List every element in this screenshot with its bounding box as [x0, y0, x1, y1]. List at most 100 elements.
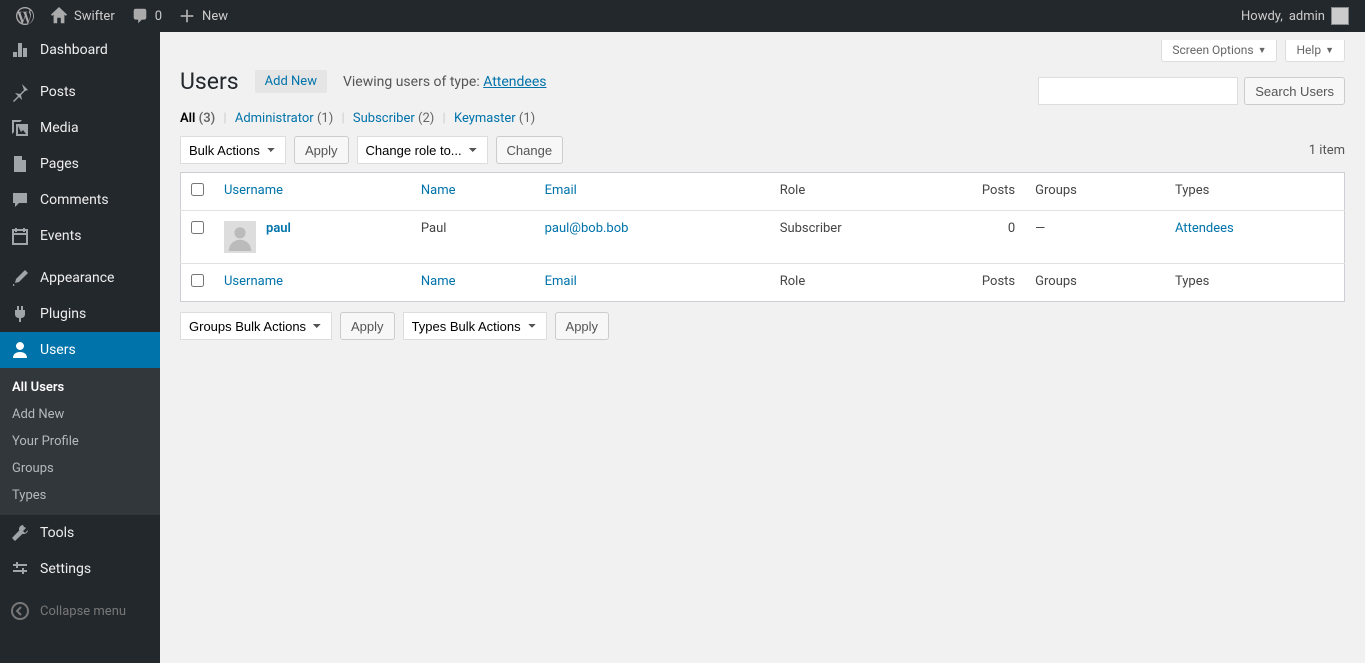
email-link[interactable]: paul@bob.bob — [545, 221, 629, 236]
new-content-menu[interactable]: New — [170, 0, 236, 32]
users-table: Username Name Email Role Posts Groups Ty… — [180, 172, 1345, 302]
dashboard-icon — [10, 40, 30, 60]
cell-role: Subscriber — [770, 211, 955, 264]
sidebar-item-dashboard[interactable]: Dashboard — [0, 32, 160, 68]
username-link[interactable]: paul — [266, 221, 291, 236]
col-username[interactable]: Username — [224, 274, 283, 289]
page-title: Users — [180, 68, 239, 95]
wordpress-icon — [16, 7, 34, 25]
sidebar-item-label: Pages — [40, 156, 79, 172]
types-link[interactable]: Attendees — [1175, 221, 1234, 236]
change-role-button[interactable]: Change — [496, 136, 564, 164]
sidebar-item-label: Media — [40, 120, 79, 136]
col-role: Role — [770, 173, 955, 211]
plus-icon — [178, 7, 196, 25]
comment-icon — [131, 7, 149, 25]
users-submenu: All Users Add New Your Profile Groups Ty… — [0, 368, 160, 515]
sidebar-item-pages[interactable]: Pages — [0, 146, 160, 182]
sidebar-item-label: Tools — [40, 525, 74, 541]
sliders-icon — [10, 559, 30, 579]
submenu-all-users[interactable]: All Users — [0, 374, 160, 401]
apply-types-button[interactable]: Apply — [555, 312, 610, 340]
col-email[interactable]: Email — [545, 183, 577, 198]
viewing-type-link[interactable]: Attendees — [483, 74, 546, 90]
chevron-down-icon: ▼ — [1325, 45, 1334, 56]
types-bulk-select[interactable]: Types Bulk Actions — [403, 312, 547, 340]
sidebar-item-label: Users — [40, 342, 76, 358]
sidebar-item-events[interactable]: Events — [0, 218, 160, 254]
apply-bulk-button[interactable]: Apply — [294, 136, 349, 164]
row-checkbox[interactable] — [191, 221, 204, 234]
site-name-label: Swifter — [74, 9, 115, 24]
select-all-checkbox[interactable] — [191, 183, 204, 196]
howdy-username: admin — [1289, 9, 1325, 24]
col-posts: Posts — [955, 173, 1025, 211]
search-users-button[interactable]: Search Users — [1244, 77, 1345, 105]
sidebar-item-label: Settings — [40, 561, 91, 577]
cell-groups: — — [1025, 211, 1165, 264]
submenu-types[interactable]: Types — [0, 482, 160, 509]
collapse-icon — [10, 601, 30, 621]
submenu-add-new[interactable]: Add New — [0, 401, 160, 428]
col-role: Role — [770, 264, 955, 302]
col-posts: Posts — [955, 264, 1025, 302]
my-account-menu[interactable]: Howdy, admin — [1233, 0, 1357, 32]
submenu-groups[interactable]: Groups — [0, 455, 160, 482]
calendar-icon — [10, 226, 30, 246]
avatar — [224, 221, 256, 253]
change-role-select[interactable]: Change role to... — [357, 136, 488, 164]
filter-subscriber[interactable]: Subscriber — [353, 111, 415, 126]
sidebar-item-label: Comments — [40, 192, 109, 208]
help-button[interactable]: Help ▼ — [1285, 40, 1345, 62]
screen-options-button[interactable]: Screen Options ▼ — [1161, 40, 1277, 62]
col-email[interactable]: Email — [545, 274, 577, 289]
cell-name: Paul — [411, 211, 535, 264]
col-username[interactable]: Username — [224, 183, 283, 198]
item-count: 1 item — [1309, 143, 1345, 158]
search-input[interactable] — [1038, 77, 1238, 105]
col-groups: Groups — [1025, 173, 1165, 211]
bulk-actions-select[interactable]: Bulk Actions — [180, 136, 286, 164]
role-filter-links: All (3) | Administrator (1) | Subscriber… — [180, 111, 1345, 126]
media-icon — [10, 118, 30, 138]
col-types: Types — [1165, 173, 1345, 211]
sidebar-item-appearance[interactable]: Appearance — [0, 260, 160, 296]
comment-icon — [10, 190, 30, 210]
sidebar-item-label: Appearance — [40, 270, 114, 286]
home-icon — [50, 7, 68, 25]
col-name[interactable]: Name — [421, 274, 456, 289]
howdy-prefix: Howdy, — [1241, 9, 1283, 24]
chevron-down-icon: ▼ — [1258, 45, 1267, 56]
add-new-button[interactable]: Add New — [255, 70, 327, 93]
sidebar-item-plugins[interactable]: Plugins — [0, 296, 160, 332]
person-icon — [226, 223, 254, 251]
filter-all[interactable]: All (3) — [180, 111, 215, 126]
sidebar-item-users[interactable]: Users — [0, 332, 160, 368]
col-types: Types — [1165, 264, 1345, 302]
groups-bulk-select[interactable]: Groups Bulk Actions — [180, 312, 332, 340]
admin-bar: Swifter 0 New Howdy, admin — [0, 0, 1365, 32]
sidebar-item-tools[interactable]: Tools — [0, 515, 160, 551]
select-all-checkbox-bottom[interactable] — [191, 274, 204, 287]
sidebar-item-media[interactable]: Media — [0, 110, 160, 146]
table-row: paul Paul paul@bob.bob Subscriber 0 — At… — [181, 211, 1345, 264]
sidebar-item-posts[interactable]: Posts — [0, 74, 160, 110]
sidebar-item-comments[interactable]: Comments — [0, 182, 160, 218]
wp-logo-menu[interactable] — [8, 0, 42, 32]
pin-icon — [10, 82, 30, 102]
apply-groups-button[interactable]: Apply — [340, 312, 395, 340]
comment-count-label: 0 — [155, 9, 162, 24]
sidebar-item-label: Events — [40, 228, 81, 244]
col-name[interactable]: Name — [421, 183, 456, 198]
comments-menu[interactable]: 0 — [123, 0, 170, 32]
filter-administrator[interactable]: Administrator — [235, 111, 314, 126]
collapse-menu[interactable]: Collapse menu — [0, 593, 160, 629]
site-name-menu[interactable]: Swifter — [42, 0, 123, 32]
sidebar-item-settings[interactable]: Settings — [0, 551, 160, 587]
filter-keymaster[interactable]: Keymaster — [454, 111, 516, 126]
plug-icon — [10, 304, 30, 324]
admin-sidebar: Dashboard Posts Media Pages Comments Eve… — [0, 32, 160, 663]
new-label: New — [202, 9, 228, 24]
sidebar-item-label: Posts — [40, 84, 76, 100]
submenu-your-profile[interactable]: Your Profile — [0, 428, 160, 455]
